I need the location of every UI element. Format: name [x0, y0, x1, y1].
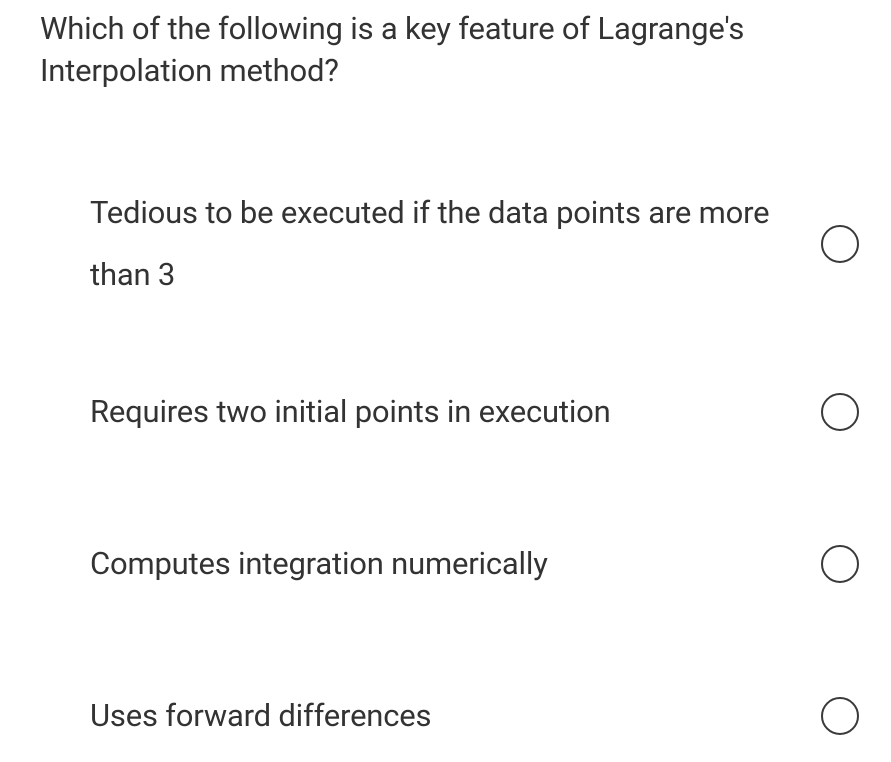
option-row[interactable]: Tedious to be executed if the data point… — [90, 182, 861, 306]
radio-wrapper — [821, 697, 861, 735]
options-list: Tedious to be executed if the data point… — [0, 92, 891, 747]
radio-circle-icon[interactable] — [821, 697, 859, 735]
option-label: Uses forward differences — [90, 685, 431, 747]
option-label: Tedious to be executed if the data point… — [90, 182, 780, 306]
option-label: Computes integration numerically — [90, 533, 548, 595]
radio-circle-icon[interactable] — [821, 393, 859, 431]
option-row[interactable]: Requires two initial points in execution — [90, 381, 861, 443]
radio-wrapper — [821, 225, 861, 263]
radio-wrapper — [821, 545, 861, 583]
radio-wrapper — [821, 393, 861, 431]
radio-circle-icon[interactable] — [821, 225, 859, 263]
option-label: Requires two initial points in execution — [90, 381, 611, 443]
question-container: Which of the following is a key feature … — [0, 0, 891, 92]
option-row[interactable]: Computes integration numerically — [90, 533, 861, 595]
radio-circle-icon[interactable] — [821, 545, 859, 583]
option-row[interactable]: Uses forward differences — [90, 685, 861, 747]
question-text: Which of the following is a key feature … — [40, 8, 851, 92]
